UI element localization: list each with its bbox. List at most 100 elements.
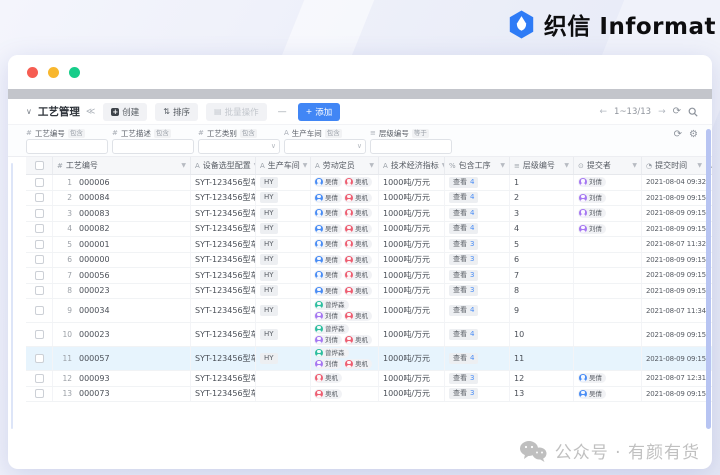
search-icon[interactable] <box>688 107 698 117</box>
add-button[interactable]: + 添加 <box>297 102 341 121</box>
view-processes-button[interactable]: 查看 4 <box>449 305 479 316</box>
submit-time-cell: 2021-08-09 09:15:39 <box>642 386 707 401</box>
chevron-down-icon[interactable]: ▼ <box>500 162 505 169</box>
column-header-包含工序[interactable]: % 包含工序 ▼ <box>445 157 510 174</box>
column-header-劳动定员[interactable]: A 劳动定员 ▼ <box>311 157 379 174</box>
labor-cell: 吴倩 奥机 <box>311 268 379 283</box>
process-count: 4 <box>470 330 475 338</box>
row-checkbox[interactable] <box>34 373 44 383</box>
share-icon[interactable]: ≪ <box>86 107 95 117</box>
view-processes-button[interactable]: 查看 3 <box>449 285 479 297</box>
row-number: 7 <box>67 270 72 280</box>
chevron-down-icon[interactable]: ▼ <box>564 162 569 169</box>
refresh-icon[interactable]: ⟳ <box>674 130 682 140</box>
labor-cell: 奥机 <box>311 386 379 401</box>
view-processes-button[interactable]: 查看 3 <box>449 388 479 400</box>
submit-time-cell: 2021-08-09 09:15:54 <box>642 323 707 346</box>
left-scroll-indicator[interactable] <box>11 163 13 429</box>
person-chip: 奥机 <box>344 359 372 369</box>
row-checkbox[interactable] <box>34 354 44 363</box>
filter-input[interactable] <box>26 139 108 154</box>
row-checkbox[interactable] <box>34 224 44 234</box>
column-header-设备选型配置[interactable]: A设备选型配置▼ <box>191 157 256 174</box>
table-row[interactable]: 9 000034 SYT-123456型车床 HY 曾烨森刘倩 奥机 1000吨/万元查看4… <box>26 299 712 323</box>
vertical-scrollbar[interactable] <box>706 129 711 429</box>
person-name: 吴倩 <box>325 193 338 202</box>
view-label: 查看 <box>453 208 467 217</box>
row-number: 12 <box>62 373 72 383</box>
column-header-层级编号[interactable]: ≡ 层级编号 ▼ <box>510 157 574 174</box>
table-row[interactable]: 1 000006 SYT-123456型车床 HY 吴倩 奥机 1000吨/万元查看4 1 刘倩… <box>26 175 712 191</box>
next-page-arrow-icon[interactable]: → <box>658 107 666 117</box>
chevron-down-icon[interactable]: ∨ <box>26 107 32 116</box>
view-processes-button[interactable]: 查看 4 <box>449 329 479 340</box>
person-name: 刘倩 <box>325 360 338 368</box>
table-row[interactable]: 8 000023 SYT-123456型车床 HY 吴倩 奥机 1000吨/万元查看3 8 20… <box>26 283 712 299</box>
row-checkbox[interactable] <box>34 193 44 203</box>
person-chip: 奥机 <box>314 388 342 399</box>
view-processes-button[interactable]: 查看 4 <box>449 207 479 219</box>
tech-indicator-cell: 1000吨/万元 <box>379 206 445 221</box>
view-processes-button[interactable]: 查看 3 <box>449 254 479 266</box>
create-button[interactable]: + 创建 <box>103 102 148 121</box>
row-checkbox[interactable] <box>34 286 44 296</box>
table-row[interactable]: 5 000001 SYT-123456型车床 HY 吴倩 奥机 1000吨/万元查看3 5 20… <box>26 237 712 253</box>
column-header-技术经济指标[interactable]: A技术经济指标▼ <box>379 157 445 174</box>
process-id-value: 000057 <box>79 354 110 363</box>
row-checkbox[interactable] <box>34 208 44 218</box>
column-header-生产车间[interactable]: A 生产车间 ▼ <box>256 157 311 174</box>
avatar <box>579 209 587 218</box>
column-header-提交者[interactable]: ⊙ 提交者 ▼ <box>574 157 642 174</box>
column-header-提交时间[interactable]: ◔ 提交时间 ▼ <box>642 157 707 174</box>
row-checkbox[interactable] <box>34 306 44 315</box>
filter-input[interactable] <box>112 139 194 154</box>
chevron-down-icon[interactable]: ▼ <box>181 162 186 169</box>
table-row[interactable]: 13 000073 SYT-123456型车床 奥机 1000吨/万元查看3 13 吴倩 20… <box>26 386 712 402</box>
column-header-工艺编号[interactable]: # 工艺编号 ▼ <box>53 157 191 174</box>
view-processes-button[interactable]: 查看 4 <box>449 176 479 188</box>
table-row[interactable]: 10 000023 SYT-123456型车床 HY 曾烨森刘倩 奥机 1000吨/万元查看… <box>26 323 712 347</box>
process-count: 4 <box>470 193 475 202</box>
process-count: 3 <box>470 239 475 248</box>
chevron-down-icon[interactable]: ▼ <box>303 162 308 169</box>
table-row[interactable]: 2 000084 SYT-123456型车床 HY 吴倩 奥机 1000吨/万元查看4 2 刘倩… <box>26 190 712 206</box>
view-processes-button[interactable]: 查看 4 <box>449 223 479 235</box>
row-checkbox[interactable] <box>34 270 44 280</box>
chevron-down-icon[interactable]: ▼ <box>369 162 374 169</box>
row-checkbox[interactable] <box>34 330 44 339</box>
select-all-checkbox[interactable] <box>34 161 44 170</box>
table-row[interactable]: 4000082SYT-123456型车床HY吴倩奥机1000吨/万元查看44刘倩… <box>26 221 712 237</box>
row-select-cell <box>26 190 53 205</box>
process-id-value: 000082 <box>79 224 110 234</box>
window-maximize-button[interactable] <box>69 66 80 78</box>
table-row[interactable]: 11 000057 SYT-123456型车床 HY 曾烨森刘倩 奥机 1000吨/万元查看… <box>26 347 712 371</box>
batch-operations-button[interactable]: ▤ 批量操作 <box>206 102 267 121</box>
toolbar: ∨ 工艺管理 ≪ + 创建 ⇅ 排序 ▤ 批量操作 — + 添加 ← 1~13/… <box>8 99 712 125</box>
prev-page-arrow-icon[interactable]: ← <box>599 107 607 117</box>
view-processes-button[interactable]: 查看 3 <box>449 238 479 250</box>
chevron-down-icon[interactable]: ▼ <box>697 162 702 169</box>
row-checkbox[interactable] <box>34 177 44 187</box>
view-processes-button[interactable]: 查看 4 <box>449 192 479 204</box>
workshop-tag: HY <box>260 207 278 219</box>
table-row[interactable]: 7 000056 SYT-123456型车床 HY 吴倩 奥机 1000吨/万元查看3 7 20… <box>26 268 712 284</box>
refresh-icon[interactable]: ⟳ <box>673 106 681 117</box>
table-row[interactable]: 3 000083 SYT-123456型车床 HY 吴倩 奥机 1000吨/万元查看4 3 刘倩… <box>26 206 712 222</box>
table-row[interactable]: 6 000000 SYT-123456型车床 HY 吴倩 奥机 1000吨/万元查看3 6 20… <box>26 252 712 268</box>
view-processes-button[interactable]: 查看 4 <box>449 353 479 364</box>
row-checkbox[interactable] <box>34 255 44 265</box>
row-select-cell <box>26 371 53 386</box>
row-checkbox[interactable] <box>34 239 44 249</box>
filter-select[interactable]: ∨ <box>198 139 280 154</box>
sort-button[interactable]: ⇅ 排序 <box>155 102 199 121</box>
row-checkbox[interactable] <box>34 389 44 399</box>
view-processes-button[interactable]: 查看 3 <box>449 372 479 384</box>
view-processes-button[interactable]: 查看 3 <box>449 269 479 281</box>
filter-select[interactable]: ∨ <box>284 139 366 154</box>
filter-input[interactable] <box>370 139 452 154</box>
window-minimize-button[interactable] <box>48 66 59 78</box>
gear-icon[interactable]: ⚙ <box>689 130 698 140</box>
chevron-down-icon[interactable]: ▼ <box>632 162 637 169</box>
window-close-button[interactable] <box>27 66 38 78</box>
table-row[interactable]: 12 000093 SYT-123456型车床 奥机 1000吨/万元查看3 12 吴倩 20… <box>26 371 712 387</box>
